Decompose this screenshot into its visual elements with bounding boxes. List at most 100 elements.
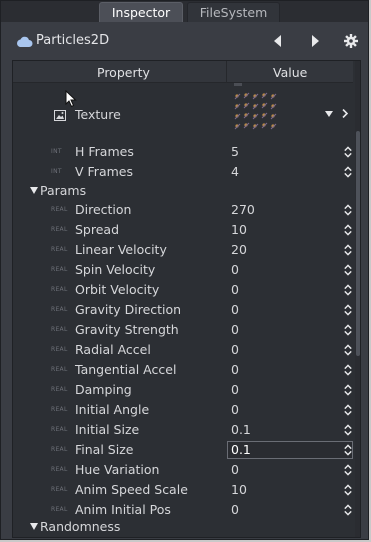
history-back-button[interactable] — [268, 31, 288, 51]
property-name: Gravity Direction — [75, 302, 182, 317]
type-badge: REAL — [51, 446, 68, 453]
property-name: Texture — [75, 107, 121, 122]
node-name: Particles2D — [36, 33, 110, 48]
property-name: Initial Angle — [75, 402, 150, 417]
property-row-initial-angle[interactable]: REAL Initial Angle 0 — [13, 400, 353, 420]
property-value[interactable]: 0 — [231, 502, 239, 517]
spinner-arrows-icon[interactable] — [344, 464, 352, 476]
property-row-anim-speed-scale[interactable]: REAL Anim Speed Scale 10 — [13, 480, 353, 500]
type-badge: REAL — [51, 506, 68, 513]
property-value[interactable]: 0 — [231, 262, 239, 277]
property-table-header: Property Value — [13, 61, 353, 83]
next-arrow-icon — [312, 35, 319, 47]
spinner-arrows-icon[interactable] — [344, 224, 352, 236]
type-badge: REAL — [51, 346, 68, 353]
property-row-spin-velocity[interactable]: REAL Spin Velocity 0 — [13, 260, 353, 280]
type-badge: REAL — [51, 266, 68, 273]
property-name: Anim Speed Scale — [75, 482, 188, 497]
spinner-arrows-icon[interactable] — [344, 504, 352, 516]
section-params[interactable]: Params — [13, 182, 353, 200]
property-value[interactable]: 0 — [231, 402, 239, 417]
property-name: Tangential Accel — [75, 362, 177, 377]
column-property: Property — [97, 65, 150, 80]
property-value[interactable]: 0 — [231, 362, 239, 377]
property-row-gravity-direction[interactable]: REAL Gravity Direction 0 — [13, 300, 353, 320]
property-row-tangential-accel[interactable]: REAL Tangential Accel 0 — [13, 360, 353, 380]
property-value[interactable]: 4 — [231, 164, 239, 179]
spinner-arrows-icon[interactable] — [344, 204, 352, 216]
property-row-gravity-strength[interactable]: REAL Gravity Strength 0 — [13, 320, 353, 340]
property-name: Linear Velocity — [75, 242, 167, 257]
property-value[interactable]: 0 — [231, 462, 239, 477]
dropdown-arrow-icon[interactable] — [325, 111, 333, 117]
property-value[interactable]: 0.1 — [231, 442, 251, 457]
property-name: Direction — [75, 202, 132, 217]
property-value[interactable]: 0 — [231, 282, 239, 297]
property-row-radial-accel[interactable]: REAL Radial Accel 0 — [13, 340, 353, 360]
spinner-arrows-icon[interactable] — [344, 146, 352, 158]
collapse-arrow-icon — [30, 523, 38, 530]
property-row-initial-size[interactable]: REAL Initial Size 0.1 — [13, 420, 353, 440]
type-badge: REAL — [51, 426, 68, 433]
texture-preview-image[interactable] — [232, 91, 284, 131]
spinner-arrows-icon[interactable] — [344, 264, 352, 276]
property-panel: Property Value Texture INT H Frames 5 IN… — [12, 60, 361, 538]
vertical-scrollbar[interactable] — [355, 61, 360, 537]
property-row-anim-initial-pos[interactable]: REAL Anim Initial Pos 0 — [13, 500, 353, 520]
type-badge: REAL — [51, 486, 68, 493]
chevron-right-icon[interactable] — [342, 109, 348, 118]
tab-filesystem[interactable]: FileSystem — [187, 2, 280, 22]
property-row-direction[interactable]: REAL Direction 270 — [13, 200, 353, 220]
section-randomness[interactable]: Randomness — [13, 518, 353, 536]
type-badge: REAL — [51, 406, 68, 413]
column-divider — [226, 61, 227, 83]
property-row-hue-variation[interactable]: REAL Hue Variation 0 — [13, 460, 353, 480]
type-badge: REAL — [51, 306, 68, 313]
property-row-final-size[interactable]: REAL Final Size 0.1 — [13, 440, 353, 460]
scrollbar-thumb[interactable] — [356, 131, 360, 356]
property-row-linear-velocity[interactable]: REAL Linear Velocity 20 — [13, 240, 353, 260]
spinner-arrows-icon[interactable] — [344, 444, 352, 456]
spinner-arrows-icon[interactable] — [344, 344, 352, 356]
spinner-arrows-icon[interactable] — [344, 364, 352, 376]
property-value[interactable]: 10 — [231, 222, 247, 237]
property-value[interactable]: 0 — [231, 302, 239, 317]
mouse-cursor-icon — [65, 90, 77, 108]
property-row-orbit-velocity[interactable]: REAL Orbit Velocity 0 — [13, 280, 353, 300]
property-value[interactable]: 0 — [231, 382, 239, 397]
particles-cloud-icon — [17, 36, 33, 47]
property-value[interactable]: 0.1 — [231, 422, 251, 437]
property-row-damping[interactable]: REAL Damping 0 — [13, 380, 353, 400]
dock-tab-bar: Inspector FileSystem — [1, 1, 368, 22]
property-value[interactable]: 20 — [231, 242, 247, 257]
history-forward-button[interactable] — [305, 31, 325, 51]
property-value[interactable]: 0 — [231, 342, 239, 357]
property-value[interactable]: 270 — [231, 202, 255, 217]
spinner-arrows-icon[interactable] — [344, 324, 352, 336]
spinner-arrows-icon[interactable] — [344, 484, 352, 496]
property-value[interactable]: 5 — [231, 144, 239, 159]
property-row-h-frames[interactable]: INT H Frames 5 — [13, 142, 353, 162]
tab-inspector[interactable]: Inspector — [99, 2, 183, 22]
type-badge: REAL — [51, 326, 68, 333]
object-settings-button[interactable] — [341, 31, 361, 51]
spinner-arrows-icon[interactable] — [344, 166, 352, 178]
spinner-arrows-icon[interactable] — [344, 424, 352, 436]
spinner-arrows-icon[interactable] — [344, 284, 352, 296]
type-badge: REAL — [51, 226, 68, 233]
property-row-spread[interactable]: REAL Spread 10 — [13, 220, 353, 240]
spinner-arrows-icon[interactable] — [344, 304, 352, 316]
property-name: Gravity Strength — [75, 322, 179, 337]
type-badge: REAL — [51, 246, 68, 253]
inspector-window: Inspector FileSystem Particles2D Propert… — [0, 0, 369, 540]
property-row-texture[interactable]: Texture — [13, 83, 353, 143]
spinner-arrows-icon[interactable] — [344, 244, 352, 256]
property-row-v-frames[interactable]: INT V Frames 4 — [13, 162, 353, 182]
property-value[interactable]: 10 — [231, 482, 247, 497]
collapse-arrow-icon — [30, 187, 38, 194]
spinner-arrows-icon[interactable] — [344, 404, 352, 416]
property-name: Spread — [75, 222, 120, 237]
spinner-arrows-icon[interactable] — [344, 384, 352, 396]
property-value[interactable]: 0 — [231, 322, 239, 337]
image-icon — [54, 110, 66, 121]
